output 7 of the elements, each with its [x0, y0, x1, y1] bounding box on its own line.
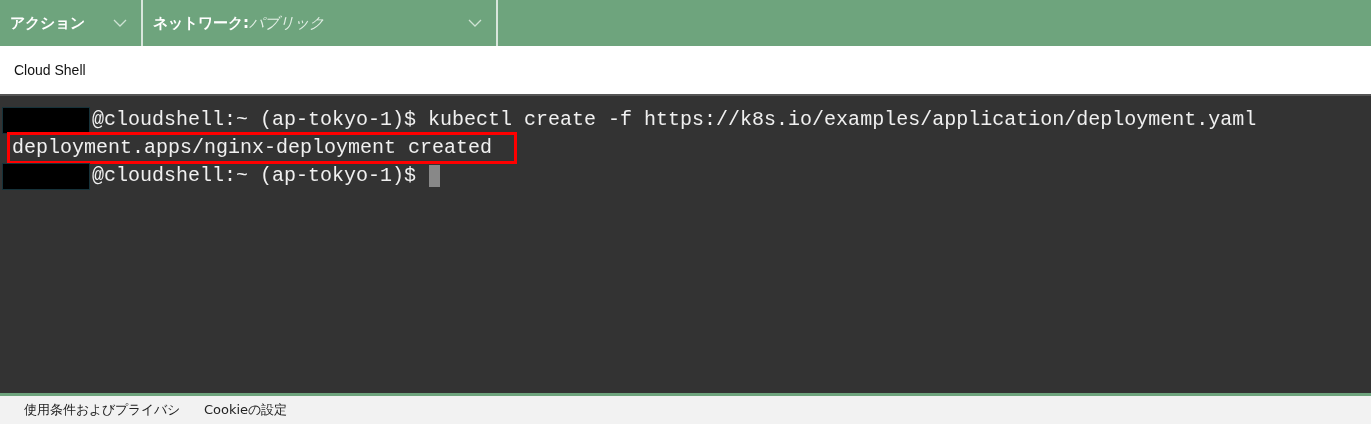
footer-link[interactable]: Cookieの設定 [204, 401, 288, 419]
panel-title: Cloud Shell [14, 62, 86, 78]
chevron-icon [113, 19, 127, 27]
chevron-icon [468, 19, 482, 27]
terminal-line: @cloudshell:~ (ap-tokyo-1)$ [91, 163, 418, 189]
footer-link[interactable]: 使用条件およびプライバシ [24, 401, 180, 419]
terminal-line: @cloudshell:~ (ap-tokyo-1)$ kubectl create -f https://k8s.io/examples/application/deployment.yaml [91, 107, 1258, 133]
